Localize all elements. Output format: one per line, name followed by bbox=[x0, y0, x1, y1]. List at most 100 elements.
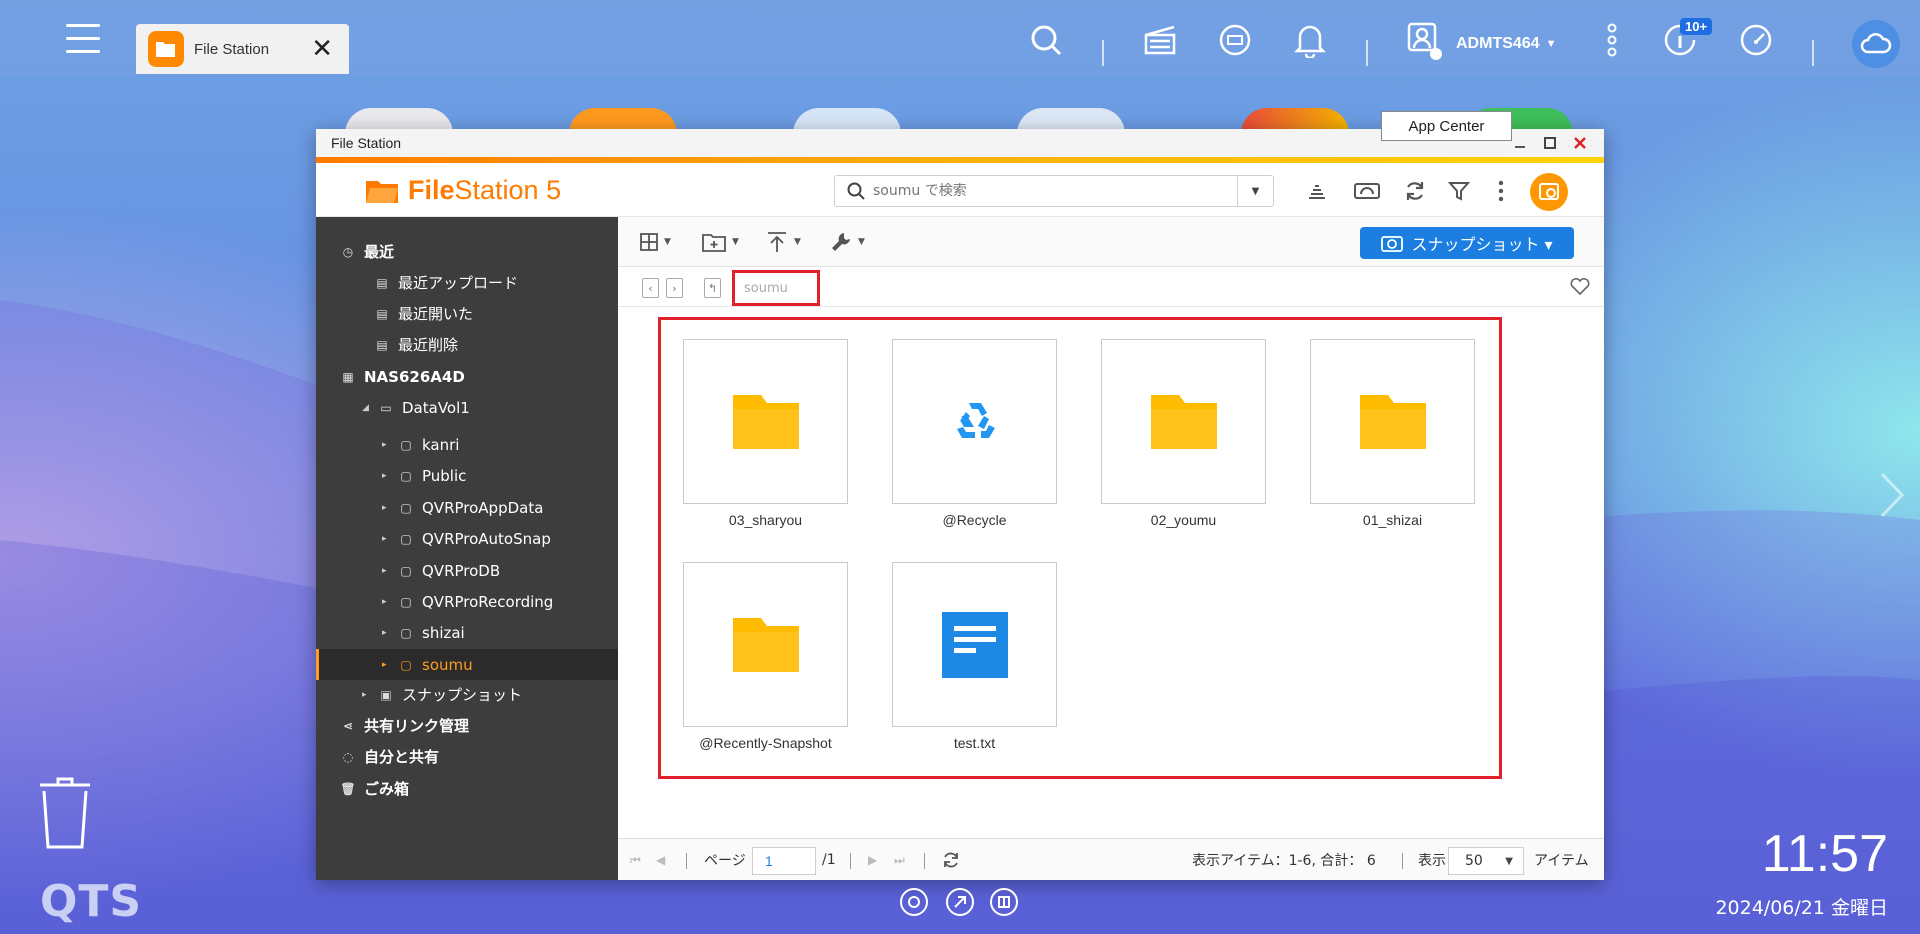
user-icon[interactable] bbox=[1404, 20, 1444, 60]
file-item-01-shizai[interactable] bbox=[1310, 339, 1475, 504]
brand-station: Station 5 bbox=[454, 175, 562, 205]
dock-sync-icon[interactable] bbox=[900, 888, 928, 916]
collapsed-arrow-icon[interactable]: ▸ bbox=[382, 628, 392, 638]
favorite-heart-icon[interactable] bbox=[1570, 277, 1590, 299]
create-folder-button[interactable]: ▼ bbox=[702, 229, 739, 255]
storage-icon[interactable] bbox=[1530, 173, 1568, 211]
file-item-recently-snapshot[interactable] bbox=[683, 562, 848, 727]
chevron-right-icon[interactable] bbox=[1878, 470, 1908, 520]
grid-icon bbox=[640, 233, 658, 251]
sidebar-item-label: 自分と共有 bbox=[364, 748, 440, 766]
page-label: ページ bbox=[704, 853, 746, 869]
dock-columns-icon[interactable] bbox=[990, 888, 1018, 916]
back-icon[interactable]: ‹ bbox=[642, 278, 659, 298]
collapsed-arrow-icon[interactable]: ▸ bbox=[382, 566, 392, 576]
qts-logo: QTS bbox=[40, 876, 143, 927]
minimize-icon[interactable] bbox=[1510, 133, 1530, 153]
view-mode-button[interactable]: ▼ bbox=[640, 229, 671, 255]
external-device-icon[interactable] bbox=[1215, 20, 1255, 60]
share-icon: ⋖ bbox=[342, 718, 354, 733]
file-item-test-txt[interactable] bbox=[892, 562, 1057, 727]
refresh-icon[interactable] bbox=[1400, 177, 1430, 205]
sidebar-item-label: DataVol1 bbox=[402, 398, 470, 417]
collapsed-arrow-icon[interactable]: ▸ bbox=[382, 440, 392, 450]
sidebar-item-snapshot[interactable]: ▸ ▣ スナップショット bbox=[362, 679, 522, 710]
camera-icon bbox=[1381, 236, 1404, 252]
snapshot-button[interactable]: スナップショット ▾ bbox=[1360, 227, 1574, 259]
forward-icon[interactable]: › bbox=[666, 278, 683, 298]
prev-page-icon[interactable]: ◀ bbox=[656, 839, 665, 881]
filter-icon[interactable] bbox=[1444, 177, 1474, 205]
collapsed-arrow-icon[interactable]: ▸ bbox=[382, 597, 392, 607]
collapsed-arrow-icon[interactable]: ▸ bbox=[382, 503, 392, 513]
folder-icon bbox=[732, 617, 799, 672]
sidebar-item-recent-deleted[interactable]: ▤ 最近削除 bbox=[374, 329, 458, 360]
more-options-icon[interactable] bbox=[1486, 177, 1516, 205]
more-options-icon[interactable] bbox=[1592, 20, 1632, 60]
parent-folder-icon[interactable]: ↰ bbox=[704, 278, 721, 298]
search-options-dropdown[interactable]: ▼ bbox=[1237, 176, 1273, 206]
sidebar-item-share-link[interactable]: ⋖ 共有リンク管理 bbox=[340, 710, 469, 741]
last-page-icon[interactable]: ⏭ bbox=[894, 839, 905, 881]
dashboard-icon[interactable] bbox=[1736, 20, 1776, 60]
sidebar-folder-qvrprodb[interactable]: ▸ ▢ QVRProDB bbox=[382, 555, 500, 586]
background-task-icon[interactable] bbox=[1140, 20, 1180, 60]
collapsed-arrow-icon[interactable]: ▸ bbox=[382, 534, 392, 544]
cloud-icon[interactable] bbox=[1852, 20, 1900, 68]
upload-button[interactable]: ▼ bbox=[766, 229, 801, 255]
file-item-02-youmu[interactable] bbox=[1101, 339, 1266, 504]
file-name: test.txt bbox=[953, 735, 996, 751]
remote-mount-icon[interactable] bbox=[1352, 177, 1382, 205]
folder-icon: ▢ bbox=[400, 437, 412, 452]
drive-icon: ▭ bbox=[380, 400, 392, 415]
collapsed-arrow-icon[interactable]: ▸ bbox=[362, 690, 372, 700]
maximize-icon[interactable] bbox=[1540, 133, 1560, 153]
current-path[interactable]: soumu bbox=[732, 270, 820, 306]
file-item-recycle[interactable] bbox=[892, 339, 1057, 504]
sidebar-item-nas[interactable]: ▦ NAS626A4D bbox=[340, 361, 464, 392]
sidebar-item-recent-opened[interactable]: ▤ 最近開いた bbox=[374, 298, 473, 329]
refresh-list-icon[interactable] bbox=[942, 839, 960, 881]
collapsed-arrow-icon[interactable]: ▸ bbox=[382, 660, 392, 670]
sidebar-item-recent-upload[interactable]: ▤ 最近アップロード bbox=[374, 267, 518, 298]
background-tasks-icon[interactable] bbox=[1302, 177, 1332, 205]
sidebar-folder-qvrproautosnap[interactable]: ▸ ▢ QVRProAutoSnap bbox=[382, 523, 551, 554]
sidebar-folder-qvrprorecording[interactable]: ▸ ▢ QVRProRecording bbox=[382, 586, 553, 617]
sidebar-folder-kanri[interactable]: ▸ ▢ kanri bbox=[382, 429, 459, 460]
sidebar-item-label: QVRProAutoSnap bbox=[422, 529, 551, 548]
collapsed-arrow-icon[interactable]: ▸ bbox=[382, 471, 392, 481]
sidebar-folder-shizai[interactable]: ▸ ▢ shizai bbox=[382, 617, 465, 648]
expanded-arrow-icon[interactable]: ◢ bbox=[362, 403, 372, 413]
snapshot-icon: ▣ bbox=[380, 687, 392, 702]
tools-button[interactable]: ▼ bbox=[830, 229, 865, 255]
search-box[interactable]: ▼ bbox=[834, 175, 1274, 207]
file-item-03-sharyou[interactable] bbox=[683, 339, 848, 504]
close-window-icon[interactable] bbox=[1570, 133, 1590, 153]
sidebar-folder-public[interactable]: ▸ ▢ Public bbox=[382, 460, 466, 491]
recycle-bin-icon[interactable] bbox=[36, 775, 94, 851]
search-input[interactable] bbox=[873, 183, 1223, 199]
folder-icon: ▢ bbox=[400, 625, 412, 640]
dock-tools-icon[interactable] bbox=[946, 888, 974, 916]
path-bar: ‹ › ↰ soumu bbox=[618, 267, 1604, 307]
first-page-icon[interactable]: ⏮ bbox=[630, 839, 641, 881]
user-menu[interactable]: ADMTS464 ▼ bbox=[1456, 24, 1556, 64]
clock-icon: ◷ bbox=[342, 244, 354, 259]
file-station-window: File Station FileStation 5 ▼ bbox=[316, 129, 1604, 880]
search-icon[interactable] bbox=[1026, 20, 1066, 60]
sidebar-item-datavol1[interactable]: ◢ ▭ DataVol1 bbox=[362, 392, 470, 423]
sidebar-folder-soumu[interactable]: ▸ ▢ soumu bbox=[316, 649, 618, 680]
bell-icon[interactable] bbox=[1290, 20, 1330, 60]
file-name: 01_shizai bbox=[1362, 512, 1423, 528]
sidebar-folder-qvrproappdata[interactable]: ▸ ▢ QVRProAppData bbox=[382, 492, 543, 523]
items-per-page-select[interactable]: 50 ▼ bbox=[1448, 847, 1524, 875]
wrench-icon bbox=[832, 233, 850, 251]
sidebar-item-trash[interactable]: 🗑︎ ごみ箱 bbox=[340, 773, 409, 804]
sidebar-item-label: スナップショット bbox=[402, 686, 523, 704]
page-number-input[interactable] bbox=[752, 847, 816, 875]
sidebar-item-label: shizai bbox=[422, 623, 465, 642]
file-name: @Recently-Snapshot bbox=[699, 735, 832, 751]
sidebar-item-shared-with-me[interactable]: ◌ 自分と共有 bbox=[340, 741, 439, 772]
next-page-icon[interactable]: ▶ bbox=[868, 839, 877, 881]
sidebar-item-recent[interactable]: ◷ 最近 bbox=[340, 236, 394, 267]
